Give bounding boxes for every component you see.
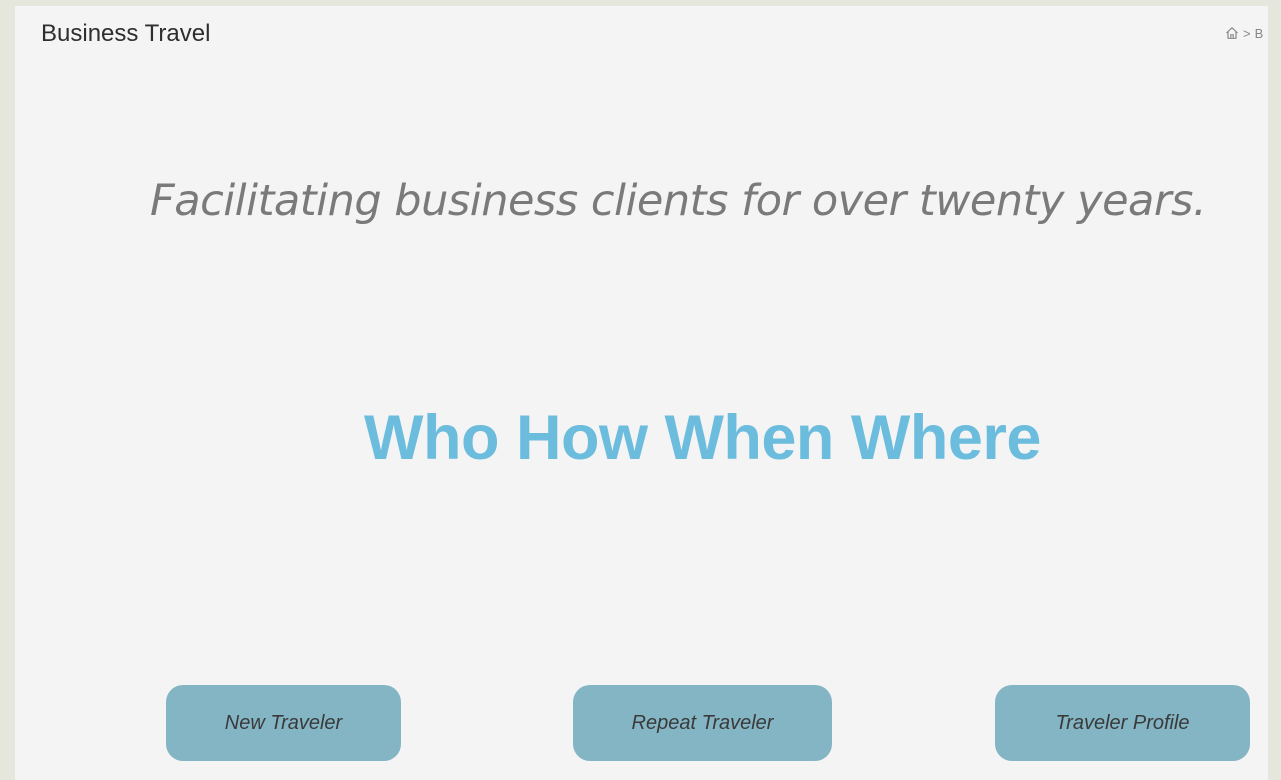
breadcrumb-separator: >	[1243, 25, 1251, 41]
new-traveler-button[interactable]: New Traveler	[166, 685, 401, 761]
tagline: Facilitating business clients for over t…	[150, 176, 1207, 226]
headline: Who How When Where	[364, 403, 1041, 473]
main-panel: Business Travel > B Facilitating busines…	[15, 6, 1268, 780]
breadcrumb: > B	[1225, 24, 1263, 42]
page-title: Business Travel	[41, 20, 211, 47]
breadcrumb-current[interactable]: B	[1255, 26, 1264, 41]
home-icon[interactable]	[1225, 26, 1239, 40]
traveler-profile-button[interactable]: Traveler Profile	[995, 685, 1250, 761]
repeat-traveler-button[interactable]: Repeat Traveler	[573, 685, 832, 761]
